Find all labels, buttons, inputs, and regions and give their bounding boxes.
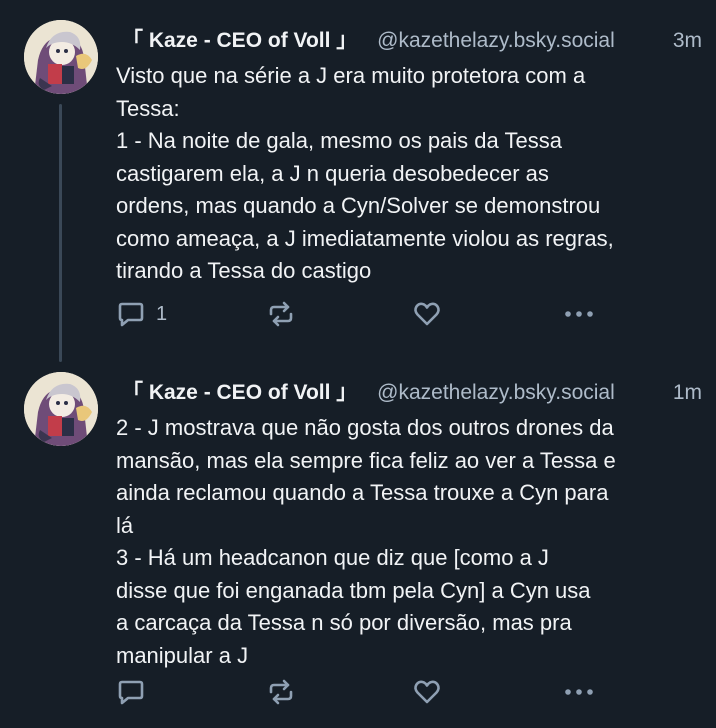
repost-button[interactable]: [266, 297, 296, 331]
speech-bubble-icon: [118, 680, 144, 705]
post-timestamp[interactable]: 1m: [673, 378, 702, 408]
post-body: 2 - J mostrava que não gosta dos outros …: [116, 412, 706, 672]
author-display-name[interactable]: 「 Kaze - CEO of Voll 」: [122, 381, 357, 404]
post-header: 「 Kaze - CEO of Voll 」 @kazethelazy.bsky…: [116, 378, 702, 408]
avatar-image: [24, 20, 98, 94]
post-text-line: disse que foi enganada tbm pela Cyn] a C…: [116, 577, 591, 603]
repost-button[interactable]: [266, 675, 296, 709]
post-body: Visto que na série a J era muito proteto…: [116, 60, 706, 288]
repost-arrows-icon: [269, 679, 293, 705]
post-text-line: manipular a J: [116, 642, 249, 668]
post-actions: [116, 675, 706, 709]
reply-count: 1: [156, 302, 168, 325]
avatar[interactable]: [24, 20, 98, 94]
post-text-line: Tessa:: [116, 95, 180, 121]
post-text-line: ordens, mas quando a Cyn/Solver se demon…: [116, 193, 601, 218]
like-button[interactable]: [412, 297, 442, 331]
post-text-line: 1 - Na noite de gala, mesmo os pais da T…: [116, 128, 562, 153]
author-handle[interactable]: @kazethelazy.bsky.social: [377, 381, 615, 404]
reply-button[interactable]: [116, 675, 156, 709]
post-text-line: 2 - J mostrava que não gosta dos outros …: [116, 415, 614, 440]
post-text-line: castigarem ela, a J n queria desobedecer…: [116, 160, 549, 186]
more-options-button[interactable]: [562, 297, 596, 331]
post-header: 「 Kaze - CEO of Voll 」 @kazethelazy.bsky…: [116, 26, 702, 56]
ellipsis-icon: [565, 689, 593, 695]
post-text-line: lá: [116, 512, 134, 538]
post-text-line: mansão, mas ela sempre fica feliz ao ver…: [116, 447, 616, 473]
heart-icon: [414, 680, 440, 704]
heart-icon: [414, 302, 440, 326]
post-text-line: como ameaça, a J imediatamente violou as…: [116, 225, 614, 251]
author-display-name[interactable]: 「 Kaze - CEO of Voll 」: [122, 29, 357, 52]
post[interactable]: 「 Kaze - CEO of Voll 」 @kazethelazy.bsky…: [0, 0, 716, 362]
post-text-line: 3 - Há um headcanon que diz que [como a …: [116, 545, 549, 570]
author-handle[interactable]: @kazethelazy.bsky.social: [377, 29, 615, 52]
post-actions: 1: [116, 297, 706, 331]
like-button[interactable]: [412, 675, 442, 709]
post[interactable]: 「 Kaze - CEO of Voll 」 @kazethelazy.bsky…: [0, 352, 716, 728]
speech-bubble-icon: [118, 302, 144, 327]
repost-arrows-icon: [269, 301, 293, 327]
post-text-line: a carcaça da Tessa n só por diversão, ma…: [116, 610, 572, 635]
post-text-line: ainda reclamou quando a Tessa trouxe a C…: [116, 480, 609, 505]
avatar-image: [24, 372, 98, 446]
reply-button[interactable]: 1: [116, 297, 167, 331]
thread-line: [59, 104, 62, 362]
ellipsis-icon: [565, 311, 593, 317]
post-text-line: tirando a Tessa do castigo: [116, 258, 372, 283]
post-timestamp[interactable]: 3m: [673, 26, 702, 56]
more-options-button[interactable]: [562, 675, 596, 709]
post-text-line: Visto que na série a J era muito proteto…: [116, 63, 586, 88]
avatar[interactable]: [24, 372, 98, 446]
